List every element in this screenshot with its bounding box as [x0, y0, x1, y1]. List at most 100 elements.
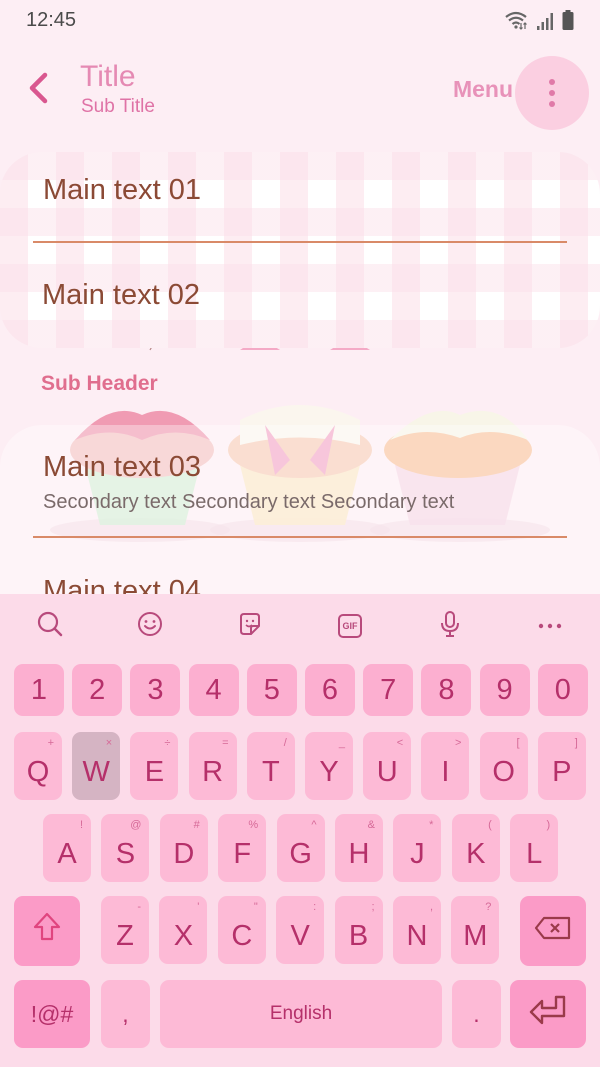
- key-s[interactable]: @ S: [101, 814, 150, 882]
- period-key[interactable]: .: [452, 980, 501, 1048]
- key-hint: =: [222, 737, 229, 749]
- key-hint: ;: [371, 901, 375, 913]
- key-label: B: [348, 919, 369, 952]
- key-z[interactable]: -Z: [101, 896, 149, 964]
- keyboard-search-button[interactable]: [32, 608, 68, 644]
- keyboard-voice-button[interactable]: [432, 608, 468, 644]
- list-item-04[interactable]: Main text 04: [0, 540, 600, 596]
- key-w[interactable]: × W: [72, 732, 121, 800]
- status-time: 12:45: [26, 9, 77, 31]
- key-hint: /: [283, 737, 287, 749]
- list-item-02[interactable]: Main text 02: [0, 243, 600, 343]
- key-hint: ^: [311, 819, 317, 831]
- key-m[interactable]: ? M: [451, 896, 500, 964]
- key-label: 5: [263, 673, 280, 706]
- keyboard-toolbar: GIF: [0, 594, 600, 654]
- key-p[interactable]: ] P: [537, 732, 586, 800]
- list-item-main-text: Main text 04: [43, 575, 201, 596]
- microphone-icon: [439, 610, 461, 643]
- key-q[interactable]: + Q: [14, 732, 62, 800]
- key-hint: ÷: [164, 737, 171, 749]
- divider: [33, 536, 567, 538]
- key-6[interactable]: 6: [305, 664, 355, 716]
- key-label: C: [231, 919, 253, 952]
- key-k[interactable]: (K: [451, 814, 500, 882]
- more-vertical-icon: [549, 79, 555, 85]
- key-hint: [: [516, 737, 520, 749]
- symbols-key[interactable]: !@#: [14, 980, 90, 1048]
- key-o[interactable]: [O: [479, 732, 528, 800]
- key-hint: _: [338, 737, 345, 749]
- key-2[interactable]: 2: [72, 664, 123, 716]
- key-v[interactable]: :V: [276, 896, 325, 964]
- key-9[interactable]: 9: [479, 664, 530, 716]
- key-label: V: [290, 919, 310, 952]
- key-3[interactable]: 3: [130, 664, 181, 716]
- key-label: 0: [554, 673, 571, 706]
- space-key[interactable]: English: [160, 980, 442, 1048]
- key-label: P: [552, 755, 572, 788]
- battery-icon: [562, 10, 574, 30]
- keyboard-emoji-button[interactable]: [132, 608, 168, 644]
- keyboard-more-button[interactable]: [532, 608, 568, 644]
- key-t[interactable]: / T: [246, 732, 295, 800]
- key-x[interactable]: ' X: [159, 896, 208, 964]
- key-label: L: [526, 837, 543, 870]
- more-options-button[interactable]: [515, 56, 589, 130]
- key-d[interactable]: # D: [159, 814, 208, 882]
- key-b[interactable]: ; B: [334, 896, 383, 964]
- list-item-main-text: Main text 02: [42, 279, 200, 311]
- wifi-icon: [504, 10, 528, 30]
- key-g[interactable]: ^ G: [276, 814, 325, 882]
- key-u[interactable]: < U: [363, 732, 412, 800]
- menu-button[interactable]: Menu: [453, 76, 513, 103]
- keyboard-gif-button[interactable]: GIF: [332, 608, 368, 644]
- shift-key[interactable]: [14, 896, 80, 966]
- gif-icon: GIF: [338, 614, 362, 638]
- key-j[interactable]: * J: [393, 814, 442, 882]
- backspace-icon: [534, 915, 572, 948]
- comma-key[interactable]: ,: [101, 980, 150, 1048]
- key-hint: ': [197, 901, 200, 913]
- signal-icon: [536, 12, 554, 30]
- key-hint: @: [130, 819, 142, 831]
- key-hint: ": [253, 901, 258, 913]
- enter-key[interactable]: [510, 980, 586, 1048]
- key-i[interactable]: > I: [421, 732, 470, 800]
- key-0[interactable]: 0: [537, 664, 588, 716]
- list-item-01[interactable]: Main text 01: [0, 152, 600, 242]
- key-4[interactable]: 4: [188, 664, 239, 716]
- key-l[interactable]: ) L: [510, 814, 559, 882]
- page-title: Title: [80, 60, 136, 93]
- key-label: K: [466, 837, 486, 870]
- key-label: T: [261, 755, 280, 788]
- key-7[interactable]: 7: [363, 664, 414, 716]
- sticker-icon: [237, 611, 263, 642]
- key-h[interactable]: & H: [335, 814, 383, 882]
- key-label: 6: [321, 673, 339, 706]
- search-icon: [36, 610, 64, 643]
- key-8[interactable]: 8: [421, 664, 472, 716]
- key-label: 9: [496, 673, 513, 706]
- keyboard-sticker-button[interactable]: [232, 608, 268, 644]
- key-r[interactable]: = R: [188, 732, 237, 800]
- key-hint: ?: [485, 901, 492, 913]
- key-a[interactable]: ! A: [43, 814, 91, 882]
- key-y[interactable]: _ Y: [305, 732, 353, 800]
- list-item-03[interactable]: Main text 03 Secondary text Secondary te…: [0, 425, 600, 537]
- sub-header: Sub Header: [41, 372, 158, 395]
- key-1[interactable]: 1: [14, 664, 64, 716]
- key-label: D: [173, 837, 195, 870]
- backspace-key[interactable]: [520, 896, 586, 966]
- key-f[interactable]: % F: [218, 814, 267, 882]
- back-button[interactable]: [18, 68, 58, 112]
- key-label: 2: [89, 673, 106, 706]
- key-label: X: [173, 919, 194, 952]
- key-n[interactable]: ,N: [393, 896, 441, 964]
- key-c[interactable]: " C: [217, 896, 266, 964]
- key-hint: #: [193, 819, 200, 831]
- key-e[interactable]: ÷ E: [130, 732, 179, 800]
- key-5[interactable]: 5: [246, 664, 297, 716]
- list-item-main-text: Main text 01: [43, 174, 201, 206]
- emoji-icon: [137, 611, 163, 642]
